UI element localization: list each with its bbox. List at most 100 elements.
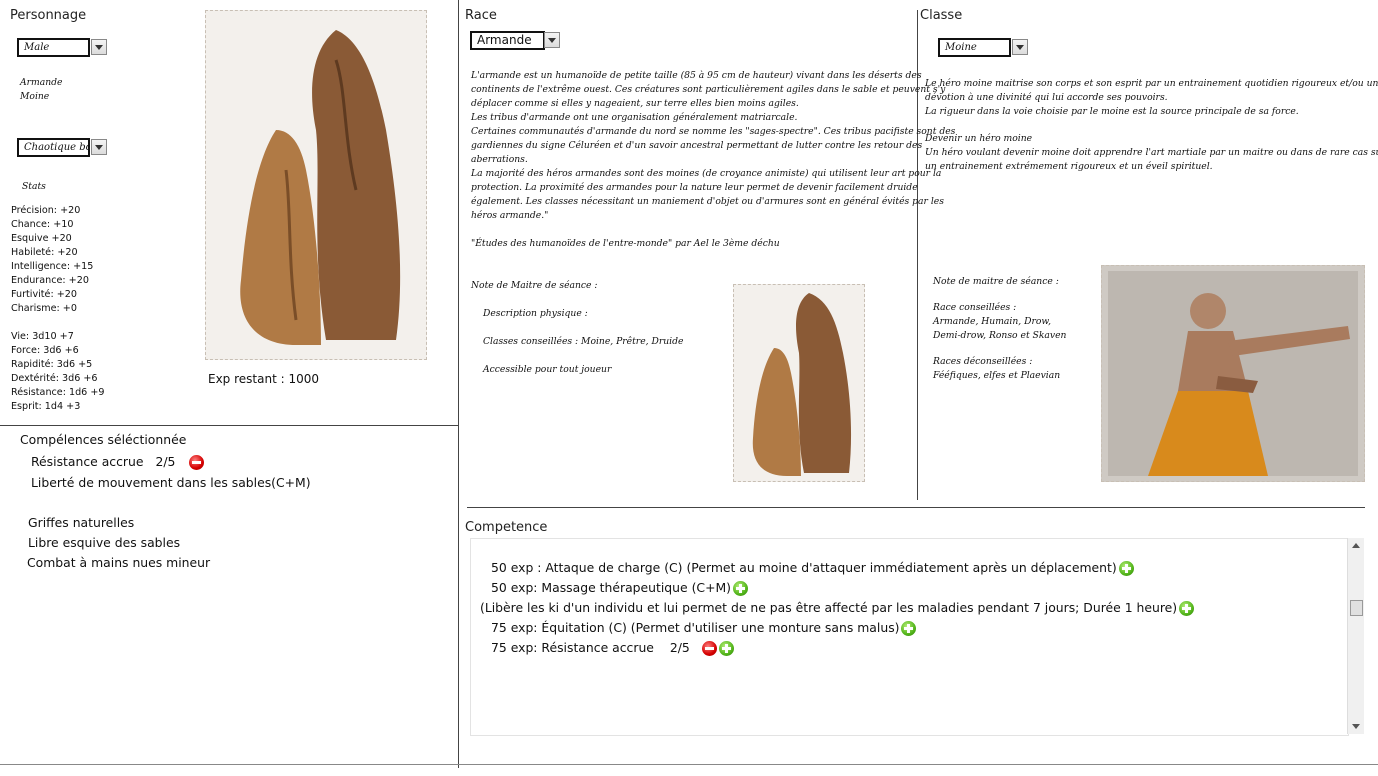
divider <box>0 764 1378 765</box>
competence-row: 50 exp: Massage thérapeutique (C+M) <box>491 580 748 596</box>
chevron-down-icon[interactable] <box>91 39 107 55</box>
class-select-value: Moine <box>938 38 1011 57</box>
class-select[interactable]: Moine <box>938 38 1030 57</box>
race-description-line: aberrations. <box>471 154 528 165</box>
class-become: Devenir un héro moine Un héro voulant de… <box>925 132 1378 174</box>
competence-row-text: 75 exp: Résistance accrue <box>491 640 654 655</box>
stat-line: Endurance: +20 <box>11 275 89 286</box>
competence-row-text: 50 exp : Attaque de charge (C) (Permet a… <box>491 560 1117 575</box>
skill-level: 2/5 <box>669 640 690 655</box>
race-gm-description: Description physique : <box>483 308 588 319</box>
race-description: L'armande est un humanoïde de petite tai… <box>471 69 956 223</box>
monk-illustration <box>1101 265 1365 482</box>
vital-line: Vie: 3d10 +7 <box>11 331 74 342</box>
selected-skill-label: Résistance accrue <box>31 454 144 469</box>
class-gm-note: Note de maitre de séance : Race conseill… <box>933 275 1066 383</box>
recommended-races-line: Demi-drow, Ronso et Skaven <box>933 330 1067 341</box>
vital-line: Dextérité: 3d6 +6 <box>11 373 98 384</box>
divider <box>0 425 458 426</box>
sex-select-value: Male <box>17 38 90 57</box>
stat-line: Précision: +20 <box>11 205 81 216</box>
discouraged-races-title: Races déconseillées : <box>933 356 1033 367</box>
add-icon[interactable] <box>1118 561 1134 576</box>
add-icon[interactable] <box>901 621 917 636</box>
sex-select[interactable]: Male <box>17 38 109 57</box>
race-description-line: continents de l'extrême ouest. Ces créat… <box>471 84 946 95</box>
race-name-label: Armande <box>20 77 63 88</box>
competence-row: (Libère les ki d'un individu et lui perm… <box>480 600 1195 616</box>
class-description-line: La rigueur dans la voie choisie par le m… <box>925 106 1299 117</box>
discouraged-races-line: Fééfiques, elfes et Plaevian <box>933 370 1061 381</box>
selected-skill-item: Combat à mains nues mineur <box>27 555 211 570</box>
personnage-title: Personnage <box>10 8 87 23</box>
class-description: Le héro moine maitrise son corps et son … <box>925 77 1378 119</box>
competence-row-text: 50 exp: Massage thérapeutique (C+M) <box>491 580 731 595</box>
class-become-title: Devenir un héro moine <box>925 133 1033 144</box>
recommended-races-title: Race conseillées : <box>933 302 1017 313</box>
race-description-line: protection. La proximité des armandes po… <box>471 182 918 193</box>
race-description-line: La majorité des héros armandes sont des … <box>471 168 942 179</box>
class-description-line: Le héro moine maitrise son corps et son … <box>925 78 1378 89</box>
selected-skill-item: Liberté de mouvement dans les sables(C+M… <box>31 475 311 490</box>
armande-illustration <box>205 10 427 360</box>
vital-line: Esprit: 1d4 +3 <box>11 401 81 412</box>
selected-skill-item: Griffes naturelles <box>28 515 135 530</box>
chevron-down-icon[interactable] <box>91 139 107 155</box>
race-gm-classes: Classes conseillées : Moine, Prêtre, Dru… <box>483 336 684 347</box>
divider <box>467 507 1365 508</box>
race-description-line: Les tribus d'armande ont une organisatio… <box>471 112 798 123</box>
armande-creature-icon <box>240 30 401 345</box>
chevron-down-icon[interactable] <box>544 32 560 48</box>
race-description-line: gardiennes du signe Céluréen et d'un sav… <box>471 140 923 151</box>
vital-line: Rapidité: 3d6 +5 <box>11 359 93 370</box>
scroll-up-icon[interactable] <box>1352 543 1360 548</box>
race-description-line: L'armande est un humanoïde de petite tai… <box>471 70 922 81</box>
stat-line: Intelligence: +15 <box>11 261 94 272</box>
race-description-line: Certaines communautés d'armande du nord … <box>471 126 956 137</box>
monk-fighter-icon <box>1108 271 1358 476</box>
remove-icon[interactable] <box>701 641 717 656</box>
stats-heading: Stats <box>22 181 46 192</box>
class-become-line: un entrainement extrémement rigoureux et… <box>925 161 1213 172</box>
vital-line: Résistance: 1d6 +9 <box>11 387 105 398</box>
stat-line: Habileté: +20 <box>11 247 78 258</box>
chevron-down-icon[interactable] <box>1012 39 1028 55</box>
remove-icon[interactable] <box>189 455 205 470</box>
stat-line: Furtivité: +20 <box>11 289 77 300</box>
race-select-value: Armande <box>470 31 545 50</box>
stat-line: Esquive +20 <box>11 233 72 244</box>
competence-row-text: (Libère les ki d'un individu et lui perm… <box>480 600 1178 615</box>
race-gm-access: Accessible pour tout joueur <box>483 364 612 375</box>
add-icon[interactable] <box>1179 601 1195 616</box>
class-description-line: dévotion à une divinité qui lui accorde … <box>925 92 1168 103</box>
competence-title: Competence <box>465 520 548 535</box>
race-title: Race <box>465 8 497 23</box>
armande-creature-icon <box>752 293 852 476</box>
race-description-line: également. Les classes nécessitant un ma… <box>471 196 944 207</box>
armande-small-illustration <box>733 284 865 482</box>
class-name-label: Moine <box>20 91 50 102</box>
race-select[interactable]: Armande <box>470 31 562 50</box>
recommended-races-line: Armande, Humain, Drow, <box>933 316 1052 327</box>
scroll-down-icon[interactable] <box>1352 724 1360 729</box>
competence-list[interactable]: 50 exp : Attaque de charge (C) (Permet a… <box>470 538 1349 736</box>
selected-skill-item: Résistance accrue 2/5 <box>31 454 205 470</box>
competence-row: 50 exp : Attaque de charge (C) (Permet a… <box>491 560 1134 576</box>
competence-row: 75 exp: Équitation (C) (Permet d'utilise… <box>491 620 917 636</box>
exp-remaining: Exp restant : 1000 <box>208 372 319 386</box>
stats-list: Précision: +20 Chance: +10 Esquive +20 H… <box>11 204 93 316</box>
competence-row-text: 75 exp: Équitation (C) (Permet d'utilise… <box>491 620 900 635</box>
selected-skill-item: Libre esquive des sables <box>28 535 181 550</box>
alignment-select[interactable]: Chaotique bon <box>17 138 109 157</box>
add-icon[interactable] <box>732 581 748 596</box>
vitals-list: Vie: 3d10 +7 Force: 3d6 +6 Rapidité: 3d6… <box>11 330 104 414</box>
classe-title: Classe <box>920 8 963 23</box>
race-quote-source: "Études des humanoïdes de l'entre-monde"… <box>471 238 780 249</box>
competence-scrollbar[interactable] <box>1347 538 1364 734</box>
competence-row: 75 exp: Résistance accrue 2/5 <box>491 640 734 656</box>
class-become-line: Un héro voulant devenir moine doit appre… <box>925 147 1378 158</box>
race-description-line: héros armande." <box>471 210 549 221</box>
stat-line: Charisme: +0 <box>11 303 77 314</box>
add-icon[interactable] <box>718 641 734 656</box>
scroll-thumb[interactable] <box>1350 600 1363 616</box>
